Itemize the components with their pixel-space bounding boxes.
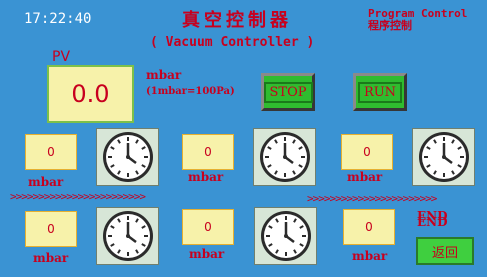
setpoint-field-1[interactable]: 0 (25, 134, 77, 170)
pv-value: 0.0 (71, 80, 110, 108)
setpoint-unit-2: mbar (188, 170, 224, 184)
pv-display: 0.0 (47, 65, 134, 123)
setpoint-field-6[interactable]: 0 (343, 209, 395, 245)
setpoint-unit-3: mbar (347, 170, 383, 184)
setpoint-field-4[interactable]: 0 (25, 211, 77, 247)
clock-icon (102, 211, 153, 261)
end-label-shadow: END (417, 215, 448, 229)
setpoint-field-2[interactable]: 0 (182, 134, 234, 170)
return-button-label: 返回 (431, 245, 458, 261)
program-control-label-cn: 程序控制 (368, 19, 412, 32)
setpoint-field-3[interactable]: 0 (341, 134, 393, 170)
return-button[interactable]: 返回 (416, 237, 474, 265)
vacuum-controller-screen: 17:22:40 真空控制器 ( Vacuum Controller ) Pro… (0, 0, 487, 277)
timer-button-1[interactable] (96, 128, 159, 186)
setpoint-unit-5: mbar (189, 247, 225, 261)
timer-button-4[interactable] (96, 207, 159, 265)
pv-label: PV (52, 49, 71, 65)
setpoint-unit-4: mbar (33, 251, 69, 265)
pv-unit-note: (1mbar=100Pa) (146, 86, 235, 97)
setpoint-unit-6: mbar (352, 249, 388, 263)
timer-button-3[interactable] (412, 128, 475, 186)
run-button-label: RUN (357, 81, 403, 103)
page-title: 真空控制器 (182, 10, 292, 31)
clock-icon (102, 132, 153, 182)
clock-icon (260, 211, 311, 261)
flow-arrows-right: >>>>>>>>>>>>>>>>>>>>>>> (307, 192, 437, 205)
stop-button[interactable]: STOP (261, 73, 315, 111)
system-time: 17:22:40 (24, 11, 92, 27)
setpoint-unit-1: mbar (28, 175, 64, 189)
clock-icon (418, 132, 469, 182)
timer-button-5[interactable] (254, 207, 317, 265)
clock-icon (259, 132, 310, 182)
flow-arrows-left: >>>>>>>>>>>>>>>>>>>>>>>> (10, 190, 146, 203)
pv-unit: mbar (146, 68, 182, 82)
timer-button-2[interactable] (253, 128, 316, 186)
stop-button-label: STOP (263, 81, 313, 103)
setpoint-field-5[interactable]: 0 (182, 209, 234, 245)
page-subtitle: ( Vacuum Controller ) (150, 35, 315, 50)
run-button[interactable]: RUN (353, 73, 407, 111)
